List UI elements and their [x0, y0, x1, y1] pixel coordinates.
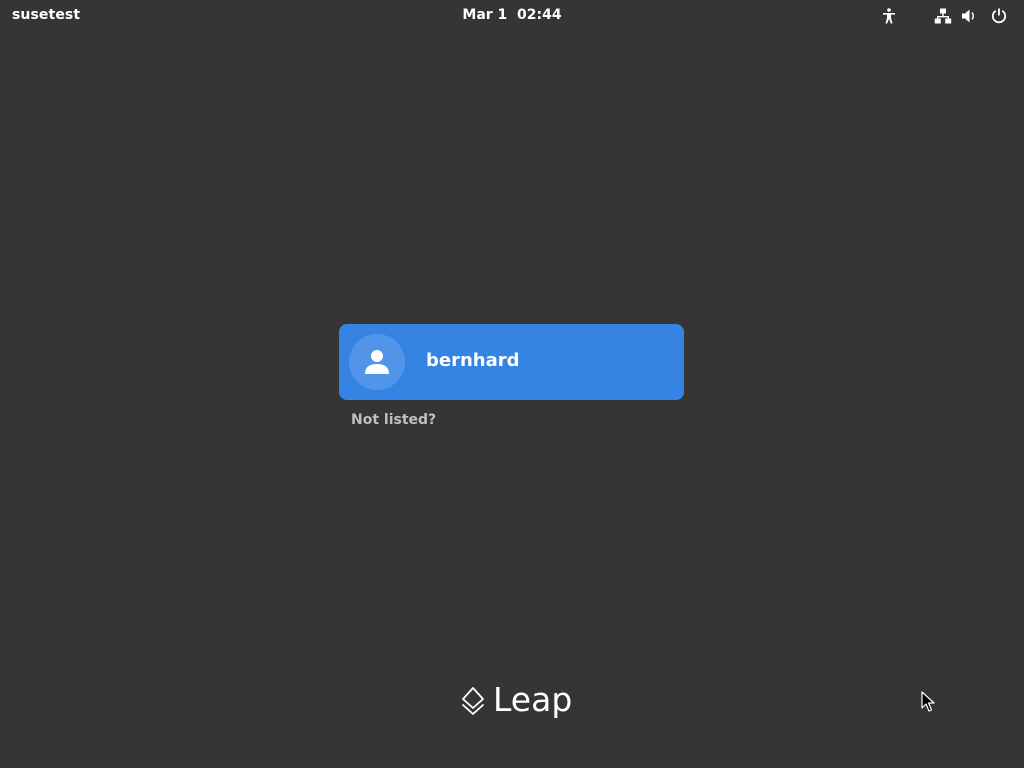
distro-logo: Leap [460, 680, 580, 722]
user-name-label: bernhard [426, 350, 520, 371]
user-list-item[interactable]: bernhard [339, 324, 684, 400]
user-avatar-icon [365, 350, 389, 374]
logo-text: Leap [493, 680, 573, 719]
accessibility-icon[interactable] [880, 7, 898, 25]
network-wired-icon[interactable] [934, 7, 952, 25]
power-icon[interactable] [990, 7, 1008, 25]
volume-icon[interactable] [960, 7, 978, 25]
login-screen: susetest Mar 1 02:44 bernhard Not listed… [0, 0, 1024, 768]
date-time-clock[interactable]: Mar 1 02:44 [0, 7, 1024, 23]
avatar [349, 334, 405, 390]
not-listed-button[interactable]: Not listed? [351, 412, 436, 428]
leap-diamond-icon [462, 687, 484, 715]
top-bar: susetest Mar 1 02:44 [0, 0, 1024, 32]
mouse-pointer-icon [921, 691, 935, 712]
